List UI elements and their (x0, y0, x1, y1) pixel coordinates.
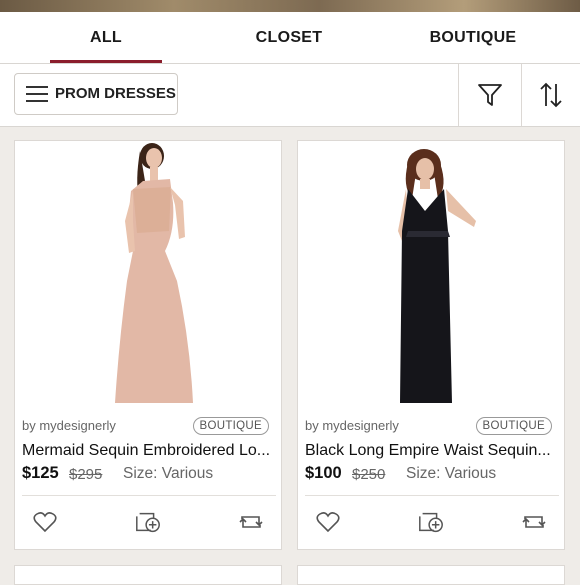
listing-card[interactable]: by mydesignerly BOUTIQUE Black Long Empi… (297, 140, 565, 550)
listing-size: Size: Various (406, 465, 497, 482)
category-label: PROM DRESSES (55, 85, 176, 102)
add-to-bundle-button[interactable] (134, 508, 162, 536)
listing-photo[interactable] (298, 141, 564, 409)
like-button[interactable] (314, 508, 342, 536)
share-button[interactable] (520, 508, 548, 536)
active-tab-indicator (50, 60, 162, 63)
filter-button[interactable] (459, 64, 521, 126)
share-button[interactable] (237, 508, 265, 536)
tab-all[interactable]: ALL (50, 12, 162, 63)
listing-size: Size: Various (123, 465, 214, 482)
seller-name[interactable]: by mydesignerly (305, 418, 399, 433)
listing-title[interactable]: Black Long Empire Waist Sequin... (305, 442, 559, 460)
add-to-bundle-icon (136, 512, 160, 533)
listing-photo[interactable] (15, 141, 281, 409)
filter-icon (478, 84, 502, 106)
share-icon (522, 516, 546, 528)
boutique-badge: BOUTIQUE (192, 417, 269, 435)
sort-button[interactable] (522, 64, 580, 126)
top-banner-image (0, 0, 580, 12)
sort-icon (540, 82, 562, 108)
heart-icon (33, 512, 57, 533)
menu-icon (26, 86, 48, 102)
add-to-bundle-icon (419, 512, 443, 533)
share-icon (239, 516, 263, 528)
listing-price: $100 (305, 464, 342, 482)
tab-bar: ALL CLOSET BOUTIQUE (0, 12, 580, 64)
like-button[interactable] (31, 508, 59, 536)
original-price: $250 (352, 466, 386, 483)
filter-bar: PROM DRESSES (0, 64, 580, 127)
listing-card[interactable]: by mydesignerly BOUTIQUE Mermaid Sequin … (14, 140, 282, 550)
seller-name[interactable]: by mydesignerly (22, 418, 116, 433)
category-button[interactable]: PROM DRESSES (14, 73, 178, 115)
original-price: $295 (69, 466, 103, 483)
tab-boutique[interactable]: BOUTIQUE (420, 12, 526, 63)
listing-price: $125 (22, 464, 59, 482)
listing-card[interactable] (14, 565, 282, 585)
tab-closet[interactable]: CLOSET (232, 12, 346, 63)
divider (22, 495, 276, 496)
boutique-badge: BOUTIQUE (475, 417, 552, 435)
heart-icon (316, 512, 340, 533)
divider (305, 495, 559, 496)
listing-card[interactable] (297, 565, 565, 585)
listing-title[interactable]: Mermaid Sequin Embroidered Lo... (22, 442, 276, 460)
add-to-bundle-button[interactable] (417, 508, 445, 536)
